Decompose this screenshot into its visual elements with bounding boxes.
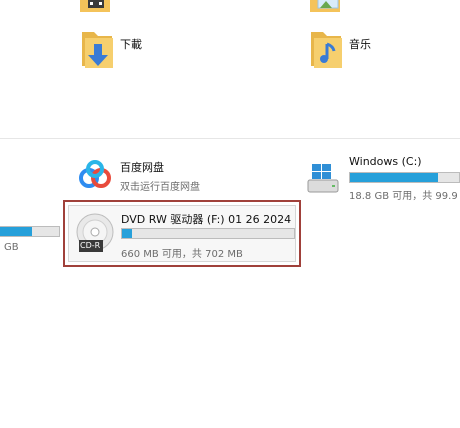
baidu-netdisk-item[interactable]: 百度网盘 双击运行百度网盘: [76, 156, 276, 196]
drive-c[interactable]: Windows (C:) 18.8 GB 可用，共 99.9: [300, 152, 460, 204]
download-folder-icon: [78, 28, 118, 76]
drive-name: Windows (C:): [349, 155, 422, 168]
device-name: 百度网盘: [120, 161, 164, 174]
disc-badge: CD-R: [80, 241, 101, 250]
video-folder-icon[interactable]: [78, 0, 112, 14]
folder-music[interactable]: 音乐: [305, 28, 455, 74]
drive-free-text: 660 MB 可用，共 702 MB: [121, 249, 243, 260]
section-divider: [0, 138, 460, 139]
storage-bar-fill: [350, 173, 439, 182]
storage-bar: [349, 172, 460, 183]
dvd-drive-item[interactable]: CD-R DVD RW 驱动器 (F:) 01 26 2024 660 MB 可…: [68, 205, 296, 262]
folder-label: 下載: [120, 38, 142, 51]
storage-bar-fill: [122, 229, 133, 238]
device-subtitle: 双击运行百度网盘: [120, 182, 200, 193]
music-folder-icon: [307, 28, 347, 76]
drive-partial-left[interactable]: GB: [0, 222, 60, 262]
folder-downloads[interactable]: 下載: [76, 28, 226, 74]
pictures-folder-icon[interactable]: [308, 0, 342, 14]
drive-free-text: 18.8 GB 可用，共 99.9: [349, 191, 458, 202]
folder-label: 音乐: [349, 38, 371, 51]
dvd-drive-highlight: CD-R DVD RW 驱动器 (F:) 01 26 2024 660 MB 可…: [63, 200, 301, 267]
storage-bar: [0, 226, 60, 237]
storage-bar-fill: [0, 227, 32, 236]
drive-name: DVD RW 驱动器 (F:) 01 26 2024: [121, 213, 292, 226]
drive-size-text: GB: [4, 242, 19, 253]
windows-drive-icon: [302, 162, 342, 200]
storage-bar: [121, 228, 295, 239]
cd-disc-icon: [75, 212, 115, 262]
baidu-netdisk-icon: [78, 158, 112, 196]
